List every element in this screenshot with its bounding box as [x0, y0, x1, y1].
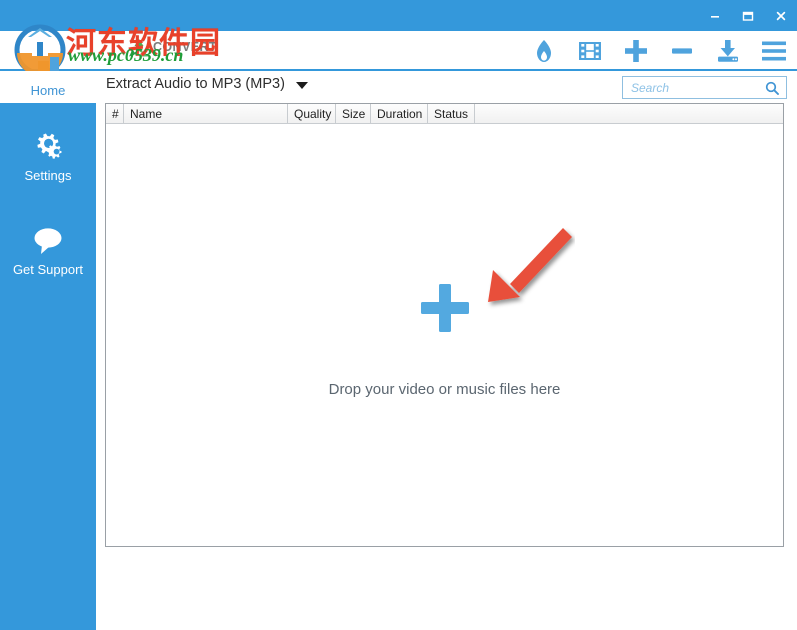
sidebar-item-settings[interactable]: Settings [0, 105, 96, 183]
hamburger-menu-icon [762, 41, 786, 60]
minimize-button[interactable] [698, 0, 731, 31]
film-strip-icon [579, 41, 601, 60]
dropzone-label: Drop your video or music files here [328, 381, 561, 398]
sidebar: Home Settings Get Support [0, 71, 96, 630]
window-controls [698, 0, 797, 31]
column-header-quality[interactable]: Quality [288, 104, 336, 123]
column-header-size[interactable]: Size [336, 104, 371, 123]
search-icon[interactable] [765, 81, 779, 95]
plus-icon[interactable] [417, 280, 473, 341]
add-files-button[interactable] [621, 36, 651, 66]
remove-files-button[interactable] [667, 36, 697, 66]
speech-bubble-icon [28, 215, 68, 255]
sidebar-item-home-label: Home [30, 83, 66, 98]
column-header-index[interactable]: # [106, 104, 124, 123]
output-format-dropdown[interactable]: Extract Audio to MP3 (MP3) [106, 76, 308, 92]
output-format-value: Extract Audio to MP3 (MP3) [106, 76, 285, 92]
search-input[interactable] [629, 79, 753, 96]
chevron-down-icon [295, 82, 308, 89]
format-bar: Extract Audio to MP3 (MP3) [96, 71, 797, 103]
download-button[interactable] [713, 36, 743, 66]
sidebar-item-get-support-label: Get Support [12, 262, 84, 277]
gears-icon [28, 121, 68, 161]
file-dropzone[interactable]: Drop your video or music files here [106, 124, 783, 546]
plus-icon [625, 39, 647, 62]
close-icon [776, 11, 785, 20]
sidebar-item-settings-label: Settings [24, 168, 72, 183]
main-toolbar [529, 31, 789, 70]
minus-icon [672, 47, 692, 54]
burn-button[interactable] [529, 36, 559, 66]
menu-button[interactable] [759, 36, 789, 66]
maximize-icon [742, 11, 753, 21]
column-header-filler [475, 104, 783, 123]
search-box[interactable] [622, 76, 787, 99]
file-list-header: # Name Quality Size Duration Status [106, 104, 783, 124]
video-button[interactable] [575, 36, 605, 66]
main-content: Extract Audio to MP3 (MP3) # Name Qualit… [96, 71, 797, 630]
close-button[interactable] [764, 0, 797, 31]
watermark-url-text: www.pc0539.cn [68, 45, 184, 65]
column-header-status[interactable]: Status [428, 104, 475, 123]
sidebar-item-home[interactable]: Home [0, 71, 96, 103]
maximize-button[interactable] [731, 0, 764, 31]
minimize-icon [710, 15, 719, 18]
sidebar-item-get-support[interactable]: Get Support [0, 199, 96, 277]
download-icon [718, 39, 738, 62]
file-list-panel: # Name Quality Size Duration Status Drop… [105, 103, 784, 547]
flame-icon [537, 39, 551, 62]
column-header-name[interactable]: Name [124, 104, 288, 123]
column-header-duration[interactable]: Duration [371, 104, 428, 123]
brand-logo: CONVERT 河东软件园 www.pc0539.cn [8, 24, 228, 76]
